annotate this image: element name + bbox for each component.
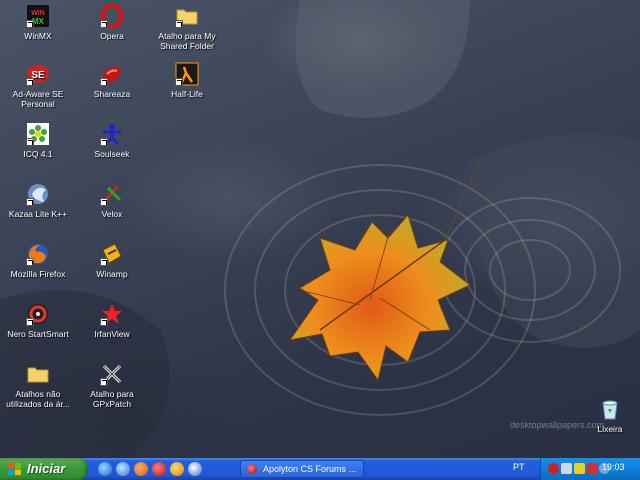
shield-icon[interactable] [587,463,598,474]
start-label: Iniciar [27,461,66,476]
desktop-icon-half-life[interactable]: Half-Life [150,62,224,99]
opera-icon[interactable] [152,462,166,476]
desktop-icon-unused-shortcuts[interactable]: Atalhos não utilizados da ár... [1,362,75,409]
clock[interactable]: 19:03 [602,462,625,472]
desktop-icon-nero[interactable]: Nero StartSmart [1,302,75,339]
desktop-icon-label: Ad-Aware SE Personal [12,89,64,109]
taskbar: Iniciar Apolyton CS Forums ... PT 19:03 [0,458,640,480]
winamp-icon[interactable] [170,462,184,476]
messenger-icon[interactable] [116,462,130,476]
desktop-icon-label: Shareaza [93,89,131,99]
start-button[interactable]: Iniciar [0,458,88,480]
desktop-icon-label: ICQ 4.1 [23,149,53,159]
desktop-icon-label: IrfanView [94,329,130,339]
desktop-icon-label: Kazaa Lite K++ [8,209,68,219]
windows-logo-icon [8,463,21,475]
desktop-icon-label: Velox [101,209,123,219]
desktop-icon-firefox[interactable]: Mozilla Firefox [1,242,75,279]
desktop-icon-winmx[interactable]: WIN MX WinMX [1,4,75,41]
opera-icon [247,464,257,474]
desktop-icon-winamp[interactable]: Winamp [75,242,149,279]
desktop-icon-label: Atalhos não utilizados da ár... [6,389,70,409]
media-player-icon[interactable] [188,462,202,476]
taskbar-window-title: Apolyton CS Forums ... [263,464,357,474]
folder-icon [27,367,49,383]
desktop-icon-label: Opera [100,31,124,41]
ie-icon[interactable] [98,462,112,476]
desktop-icon-soulseek[interactable]: Soulseek [75,122,149,159]
desktop-icon-icq[interactable]: ICQ 4.1 [1,122,75,159]
desktop-icon-opera[interactable]: Opera [75,4,149,41]
taskbar-window-button[interactable]: Apolyton CS Forums ... [240,460,364,478]
desktop-icon-kazaa[interactable]: Kazaa Lite K++ [1,182,75,219]
desktop-icon-label: Mozilla Firefox [10,269,66,279]
desktop-icon-label: Winamp [96,269,128,279]
desktop-icon-velox[interactable]: Velox [75,182,149,219]
recycle-bin-icon [602,400,618,420]
desktop-icon-label: Nero StartSmart [7,329,69,339]
desktop-icon-irfanview[interactable]: IrfanView [75,302,149,339]
language-indicator[interactable]: PT [513,462,525,472]
firefox-icon[interactable] [134,462,148,476]
desktop-icon-label: Atalho para My Shared Folder [158,31,216,51]
system-tray [540,458,640,480]
network-icon[interactable] [561,463,572,474]
desktop-icon-gpxpatch[interactable]: Atalho para GPxPatch [75,362,149,409]
desktop-icon-label: Soulseek [94,149,130,159]
svg-text:WIN: WIN [31,10,45,17]
zonealarm-icon[interactable] [574,463,585,474]
desktop-icon-shared-folder[interactable]: Atalho para My Shared Folder [150,4,224,51]
antivirus-icon[interactable] [548,463,559,474]
desktop-icon-adaware[interactable]: SE Ad-Aware SE Personal [1,62,75,109]
desktop-icon-label: Half-Life [171,89,203,99]
desktop-icon-shareaza[interactable]: Shareaza [75,62,149,99]
wallpaper-watermark: desktopwallpapers.com [510,420,605,430]
desktop-icon-label: Atalho para GPxPatch [90,389,134,409]
desktop-icon-label: WinMX [24,31,52,41]
